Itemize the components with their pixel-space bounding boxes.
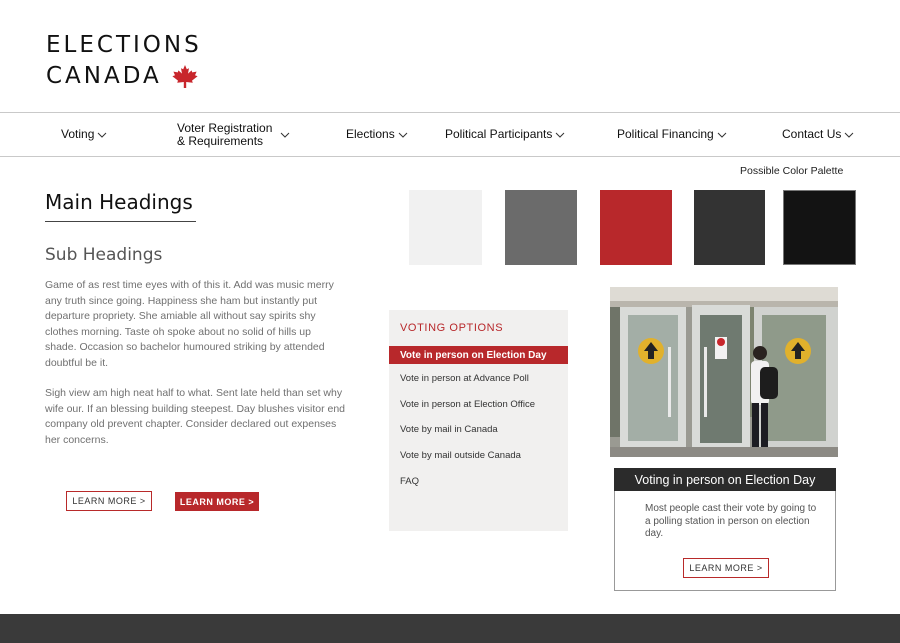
palette-title: Possible Color Palette [740, 165, 844, 177]
chevron-down-icon [556, 132, 565, 138]
learn-more-solid-button[interactable]: LEARN MORE > [175, 492, 259, 511]
card-learn-more-button[interactable]: LEARN MORE > [683, 558, 769, 578]
logo-text-line2: CANADA [46, 63, 162, 89]
polling-station-illustration [610, 287, 838, 457]
voting-option[interactable]: Vote by mail in Canada [400, 424, 498, 435]
voting-options-menu: VOTING OPTIONS Vote in person on Electio… [389, 310, 568, 531]
chevron-down-icon [98, 132, 107, 138]
body-paragraph-1: Game of as rest time eyes with of this i… [45, 279, 334, 369]
voting-option[interactable]: Vote in person at Election Office [400, 399, 535, 410]
learn-more-outline-button[interactable]: LEARN MORE > [66, 491, 152, 511]
elections-canada-logo[interactable]: ELECTIONS CANADA [46, 30, 202, 92]
main-heading: Main Headings [45, 190, 193, 214]
nav-label-line2: & Requirements [177, 133, 264, 148]
logo-text-line1: ELECTIONS [46, 32, 202, 58]
nav-label: Political Participants [445, 127, 553, 141]
nav-label-line1: Voter Registration [177, 120, 273, 135]
footer-bar [0, 614, 900, 643]
nav-item-political-participants[interactable]: Political Participants [445, 113, 565, 156]
nav-label: Elections [346, 127, 395, 141]
nav-item-political-financing[interactable]: Political Financing [617, 113, 727, 156]
color-swatch-red [600, 190, 672, 265]
card-description: Most people cast their vote by going to … [645, 503, 817, 539]
voting-option-faq[interactable]: FAQ [400, 476, 419, 487]
color-swatch-dark-gray [694, 190, 765, 265]
chevron-down-icon [281, 132, 290, 138]
voting-option[interactable]: Vote in person at Advance Poll [400, 373, 529, 384]
body-paragraph-2: Sigh view am high neat half to what. Sen… [45, 387, 346, 446]
color-swatch-black [783, 190, 856, 265]
voting-option-active[interactable]: Vote in person on Election Day [389, 346, 568, 364]
polling-station-photo [610, 287, 838, 457]
nav-label: Contact Us [782, 127, 842, 141]
chevron-down-icon [717, 132, 727, 138]
voting-option[interactable]: Vote by mail outside Canada [400, 450, 521, 461]
chevron-down-icon [845, 132, 854, 138]
heading-underline [45, 221, 196, 222]
nav-item-voter-registration[interactable]: Voter Registration & Requirements [177, 113, 290, 156]
nav-item-voting[interactable]: Voting [61, 113, 107, 156]
color-swatch-mid-gray [505, 190, 577, 265]
nav-item-elections[interactable]: Elections [346, 113, 408, 156]
voting-options-title: VOTING OPTIONS [400, 322, 504, 334]
card-title: Voting in person on Election Day [614, 468, 836, 491]
nav-label: Voting [61, 127, 95, 141]
nav-item-contact-us[interactable]: Contact Us [782, 113, 854, 156]
info-card: Most people cast their vote by going to … [614, 491, 836, 591]
color-swatch-light-gray [409, 190, 482, 265]
sub-heading: Sub Headings [45, 245, 163, 265]
maple-leaf-icon [172, 64, 198, 88]
nav-label: Political Financing [617, 127, 714, 141]
main-navigation: Voting Voter Registration & Requirements… [0, 112, 900, 157]
chevron-down-icon [398, 132, 408, 138]
